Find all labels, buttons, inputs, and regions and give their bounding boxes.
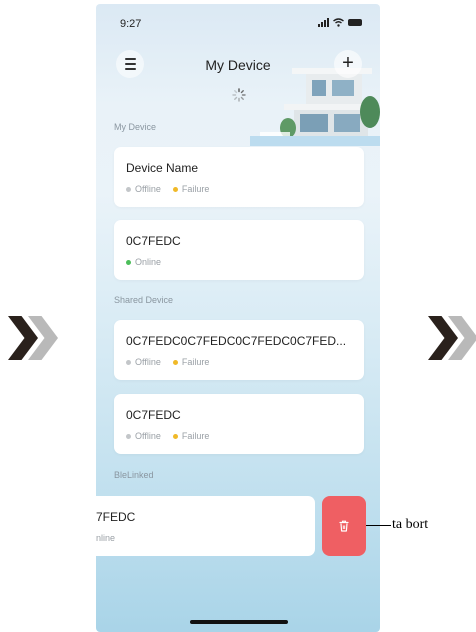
offline-dot-icon [126, 359, 131, 365]
delete-button[interactable] [322, 496, 366, 556]
device-status: Online [126, 257, 161, 267]
online-dot-icon [126, 259, 131, 265]
header: My Device + [96, 50, 380, 80]
device-card[interactable]: 0C7FEDC Offline Failure [114, 394, 364, 454]
device-name: 0C7FEDC [126, 408, 181, 422]
device-card[interactable]: 0C7FEDC Online [114, 220, 364, 280]
device-card[interactable]: Device Name Offline Failure [114, 147, 364, 207]
section-label-shared-device: Shared Device [114, 295, 174, 305]
plus-icon[interactable]: + [334, 50, 362, 78]
loading-spinner-icon [232, 88, 246, 102]
callout-line [366, 525, 391, 526]
failure-dot-icon [172, 186, 178, 192]
device-name: 0C7FEDC0C7FEDC0C7FEDC0C7FED... [126, 334, 347, 348]
failure-dot-icon [172, 433, 178, 439]
status-icons [318, 18, 362, 27]
swiped-device-card[interactable]: 7FEDC nline [96, 496, 315, 556]
device-name: Device Name [126, 161, 199, 175]
double-chevron-right-icon [428, 316, 476, 360]
section-label-my-device: My Device [114, 122, 157, 132]
double-chevron-right-icon [8, 316, 64, 360]
battery-icon [348, 19, 362, 26]
device-status: Offline Failure [126, 431, 209, 441]
section-label-ble-linked: BleLinked [114, 470, 154, 480]
callout-label: ta bort [392, 517, 429, 532]
device-status: nline [96, 533, 116, 543]
status-time: 9:27 [120, 18, 142, 30]
cellular-signal-icon [318, 18, 329, 27]
home-indicator[interactable] [190, 620, 288, 624]
device-name: 7FEDC [96, 510, 136, 524]
device-card[interactable]: 0C7FEDC0C7FEDC0C7FEDC0C7FED... Offline F… [114, 320, 364, 380]
offline-dot-icon [126, 186, 131, 192]
offline-dot-icon [126, 433, 131, 439]
failure-dot-icon [172, 359, 178, 365]
phone-screen: 9:27 My Device + My Device Device Name O… [96, 4, 380, 632]
device-name: 0C7FEDC [126, 234, 181, 248]
trash-icon [339, 520, 349, 532]
wifi-icon [333, 18, 344, 27]
status-bar: 9:27 [96, 4, 380, 34]
device-status: Offline Failure [126, 357, 209, 367]
device-status: Offline Failure [126, 184, 209, 194]
